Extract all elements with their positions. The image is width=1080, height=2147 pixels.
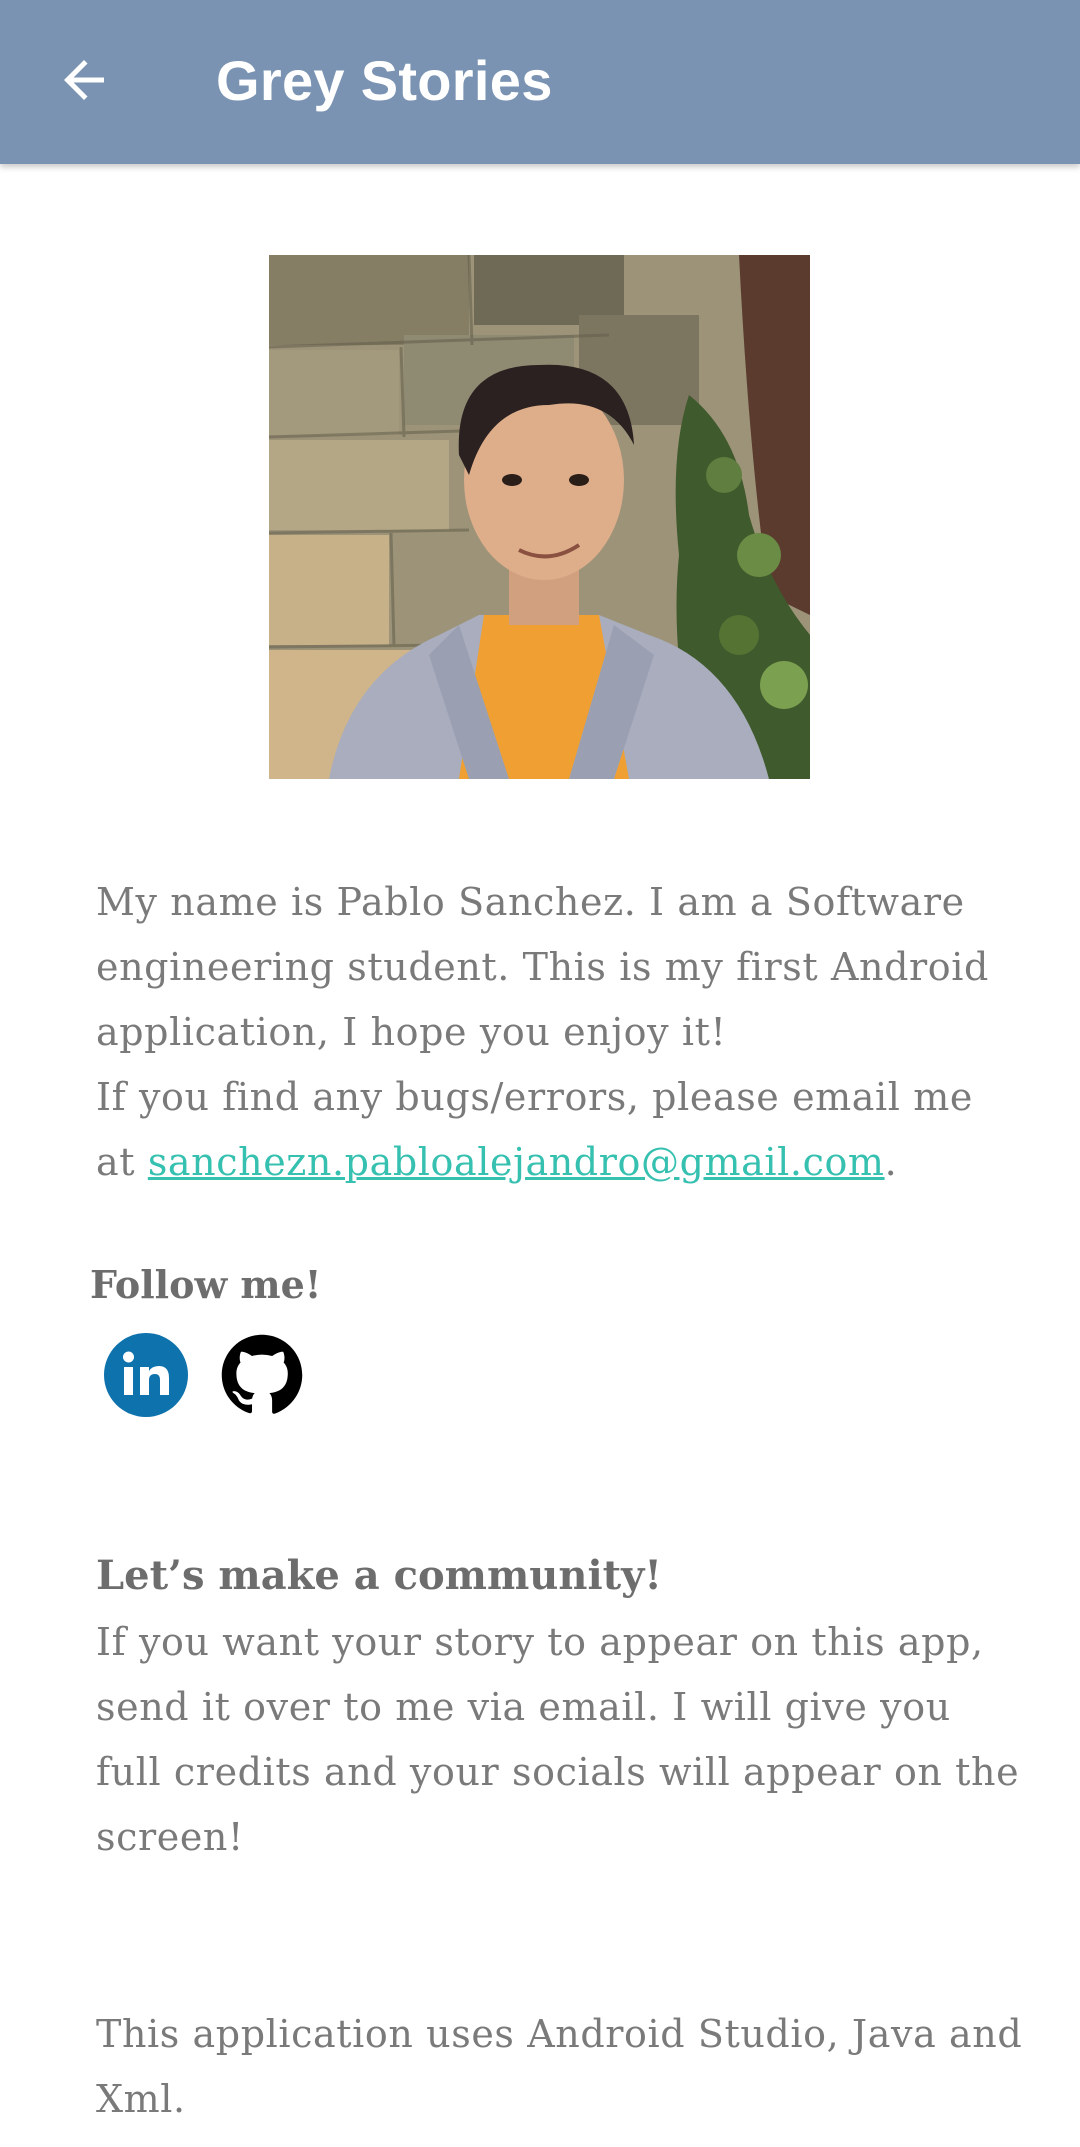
github-button[interactable] — [220, 1333, 304, 1417]
tech-text: This application uses Android Studio, Ja… — [96, 2012, 1023, 2121]
linkedin-button[interactable] — [104, 1333, 188, 1417]
community-title: Let’s make a community! — [96, 1552, 662, 1599]
profile-photo — [269, 255, 810, 779]
intro-period: . — [884, 1140, 898, 1184]
app-bar: Grey Stories — [0, 0, 1080, 164]
back-button[interactable] — [40, 42, 128, 122]
intro-about: My name is Pablo Sanchez. I am a Softwar… — [96, 880, 989, 1054]
community-body: If you want your story to appear on this… — [96, 1620, 1020, 1859]
app-title: Grey Stories — [216, 49, 553, 112]
linkedin-icon — [104, 1333, 188, 1417]
github-icon — [221, 1334, 303, 1414]
email-link[interactable]: sanchezn.pabloalejandro@gmail.com — [148, 1140, 885, 1184]
intro-text: My name is Pablo Sanchez. I am a Softwar… — [96, 870, 1016, 1195]
follow-label: Follow me! — [90, 1262, 322, 1307]
arrow-left-icon — [54, 50, 114, 114]
